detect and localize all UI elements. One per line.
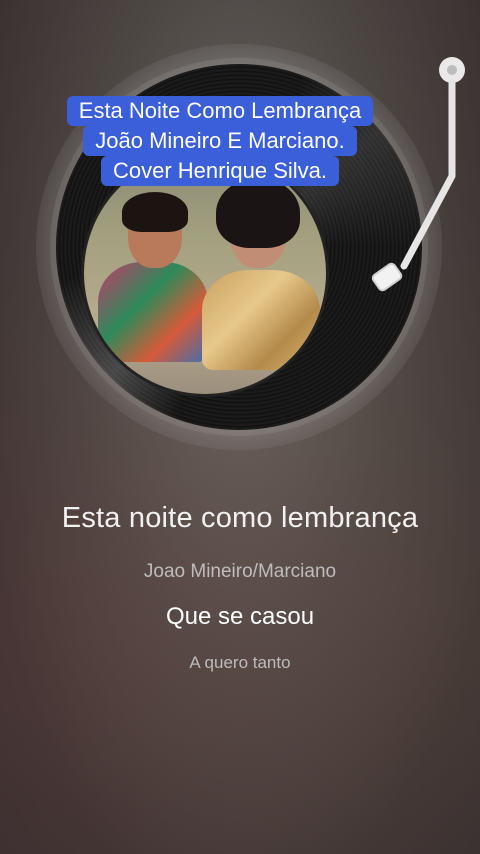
current-lyric: Que se casou [165, 603, 315, 630]
caption-line: Cover Henrique Silva. [101, 156, 339, 186]
song-title[interactable]: Esta noite como lembrança [0, 502, 480, 535]
artist-name[interactable]: Joao Mineiro/Marciano [0, 561, 480, 583]
caption-line: Esta Noite Como Lembrança [66, 96, 374, 126]
album-cover-person [216, 178, 300, 248]
video-caption: Esta Noite Como Lembrança João Mineiro E… [34, 96, 406, 186]
next-lyric: A quero tanto [189, 653, 291, 672]
album-cover-person [98, 262, 208, 362]
caption-line: João Mineiro E Marciano. [83, 126, 357, 156]
album-cover [84, 152, 326, 394]
tonearm-icon [371, 57, 465, 292]
album-cover-person [122, 192, 188, 232]
album-cover-person [202, 270, 320, 370]
